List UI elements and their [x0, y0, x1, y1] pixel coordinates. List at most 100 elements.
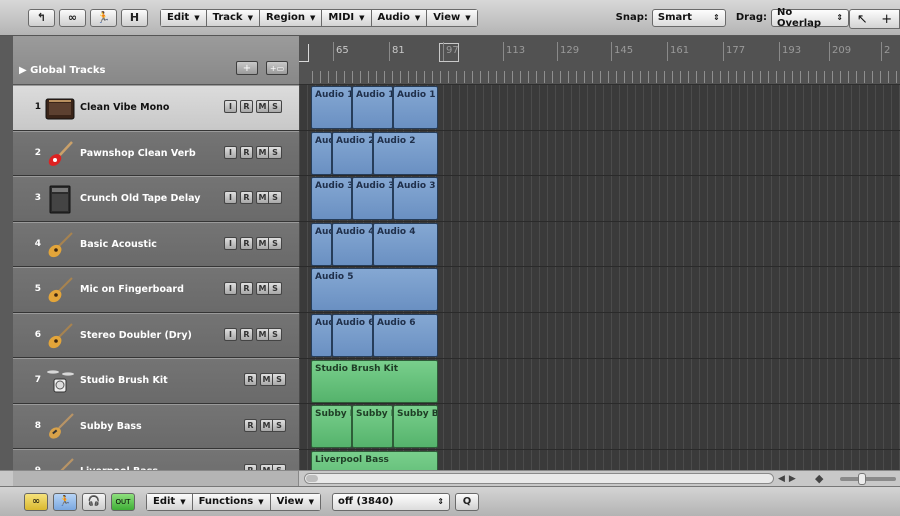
bottom-menu-functions[interactable]: Functions ▼	[191, 492, 270, 511]
track-header[interactable]: 7 Studio Brush Kit R M S	[13, 358, 299, 404]
track-name[interactable]: Subby Bass	[80, 421, 142, 432]
mute-button[interactable]: M	[256, 191, 269, 204]
waveform-zoom-icon[interactable]: ◆	[815, 472, 823, 485]
audio-region[interactable]: Aud	[311, 314, 332, 357]
audio-region[interactable]: Aud	[311, 131, 332, 175]
track-name[interactable]: Clean Vibe Mono	[80, 102, 169, 113]
solo-button[interactable]: S	[269, 327, 282, 341]
zoom-slider-knob[interactable]	[858, 472, 866, 485]
track-name[interactable]: Basic Acoustic	[80, 239, 157, 250]
record-enable-button[interactable]: R	[240, 327, 253, 341]
mute-button[interactable]: M	[256, 236, 269, 250]
input-monitor-button[interactable]: I	[224, 282, 237, 295]
track-header[interactable]: 4 Basic Acoustic I R M S	[13, 221, 299, 267]
menu-audio[interactable]: Audio ▼	[370, 8, 427, 27]
solo-button[interactable]: S	[269, 145, 282, 159]
mute-button[interactable]: M	[256, 145, 269, 159]
horizontal-scrollbar[interactable]	[304, 473, 774, 484]
link-icon[interactable]: ∞	[24, 492, 48, 511]
track-header[interactable]: 1 Clean Vibe Mono I R M S	[13, 85, 299, 131]
track-name[interactable]: Stereo Doubler (Dry)	[80, 330, 192, 341]
add-track-button[interactable]: +	[236, 61, 258, 75]
audio-region[interactable]: Subby B	[311, 405, 352, 449]
solo-button[interactable]: S	[269, 191, 282, 204]
audio-region[interactable]: Audio 5	[311, 268, 438, 312]
menu-midi[interactable]: MIDI ▼	[321, 8, 371, 27]
menu-region[interactable]: Region ▼	[258, 8, 322, 27]
track-header[interactable]: 8 Subby Bass R M S	[13, 403, 299, 449]
audio-region[interactable]: Audio 2	[332, 131, 373, 175]
record-enable-button[interactable]: R	[240, 100, 253, 113]
headphones-icon[interactable]: 🎧	[82, 492, 106, 511]
snap-select[interactable]: Smart ⇕	[651, 8, 726, 27]
input-monitor-button[interactable]: I	[224, 236, 237, 250]
menu-edit[interactable]: Edit ▼	[160, 8, 206, 27]
solo-button[interactable]: S	[273, 373, 286, 386]
catch-button[interactable]: 🏃	[90, 8, 117, 27]
track-header[interactable]: 3 Crunch Old Tape Delay I R M S	[13, 176, 299, 222]
record-enable-button[interactable]: R	[240, 191, 253, 204]
track-name[interactable]: Mic on Fingerboard	[80, 284, 184, 295]
nav-left-icon[interactable]: ◀	[778, 474, 785, 484]
bottom-menu-edit[interactable]: Edit ▼	[146, 492, 192, 511]
input-monitor-button[interactable]: I	[224, 327, 237, 341]
input-monitor-button[interactable]: I	[224, 100, 237, 113]
audio-region[interactable]: Audio 1	[311, 86, 352, 129]
menu-track[interactable]: Track ▼	[205, 8, 259, 27]
track-header[interactable]: 2 Pawnshop Clean Verb I R M S	[13, 130, 299, 176]
audio-region[interactable]: Subby Ba	[393, 405, 438, 449]
out-icon[interactable]: OUT	[111, 492, 135, 511]
arrange-area[interactable]: Audio 1 Audio 1 Audio 1 Aud Audio 2 Audio 2 Au…	[299, 85, 900, 470]
nav-right-icon[interactable]: ▶	[789, 474, 796, 484]
record-enable-button[interactable]: R	[244, 418, 257, 432]
catch-icon[interactable]: 🏃	[53, 492, 77, 511]
folder-button[interactable]: +▭	[266, 61, 288, 75]
solo-button[interactable]: S	[269, 100, 282, 113]
solo-button[interactable]: S	[269, 236, 282, 250]
bottom-menu-view[interactable]: View ▼	[269, 492, 322, 511]
track-name[interactable]: Crunch Old Tape Delay	[80, 193, 200, 204]
mute-button[interactable]: M	[256, 100, 269, 113]
record-enable-button[interactable]: R	[240, 145, 253, 159]
quantize-select[interactable]: off (3840) ⇕	[332, 492, 451, 511]
audio-region[interactable]: Subby B	[352, 405, 393, 449]
hide-button[interactable]: H	[121, 8, 148, 27]
audio-region[interactable]: Audio 2	[373, 131, 438, 175]
input-monitor-button[interactable]: I	[224, 145, 237, 159]
pencil-tool-icon[interactable]: +	[875, 10, 900, 28]
bar-ruler[interactable]: 65 81 97 113 129 145 161 177 193 209 2	[299, 36, 900, 85]
audio-region[interactable]: Audio 1	[352, 86, 393, 129]
global-tracks-toggle[interactable]: ▶ Global Tracks	[19, 65, 105, 76]
input-monitor-button[interactable]: I	[224, 191, 237, 204]
pointer-tool-icon[interactable]: ↖	[850, 10, 875, 28]
back-button[interactable]: ↰	[28, 8, 55, 27]
track-header[interactable]: 5 Mic on Fingerboard I R M S	[13, 267, 299, 313]
record-enable-button[interactable]: R	[240, 236, 253, 250]
audio-region[interactable]: Audio 3	[393, 177, 438, 221]
mute-button[interactable]: M	[260, 418, 273, 432]
playhead-marker[interactable]	[299, 44, 309, 62]
audio-region[interactable]: Audio 3	[352, 177, 393, 221]
record-enable-button[interactable]: R	[240, 282, 253, 295]
track-name[interactable]: Pawnshop Clean Verb	[80, 148, 196, 159]
link-button[interactable]: ∞	[59, 8, 86, 27]
audio-region[interactable]: Aud	[311, 222, 332, 266]
track-name[interactable]: Studio Brush Kit	[80, 375, 168, 386]
audio-region[interactable]: Audio 4	[332, 222, 373, 266]
track-header[interactable]: 6 Stereo Doubler (Dry) I R M S	[13, 312, 299, 358]
track-header[interactable]: 9Liverpool BassRMS	[13, 449, 299, 470]
audio-region[interactable]: Audio 3	[311, 177, 352, 221]
audio-region[interactable]: Audio 4	[373, 222, 438, 266]
audio-region[interactable]: Audio 6	[332, 314, 373, 357]
zoom-slider[interactable]	[840, 472, 896, 485]
drag-select[interactable]: No Overlap ⇕	[771, 7, 850, 29]
mute-button[interactable]: M	[256, 327, 269, 341]
record-enable-button[interactable]: R	[244, 373, 257, 386]
mute-button[interactable]: M	[256, 282, 269, 295]
audio-region[interactable]: Liverpool Bass	[311, 450, 438, 470]
quantize-button[interactable]: Q	[455, 492, 480, 511]
solo-button[interactable]: S	[273, 418, 286, 432]
mute-button[interactable]: M	[260, 373, 273, 386]
audio-region[interactable]: Audio 6	[373, 314, 438, 357]
scroll-thumb[interactable]	[306, 475, 318, 482]
